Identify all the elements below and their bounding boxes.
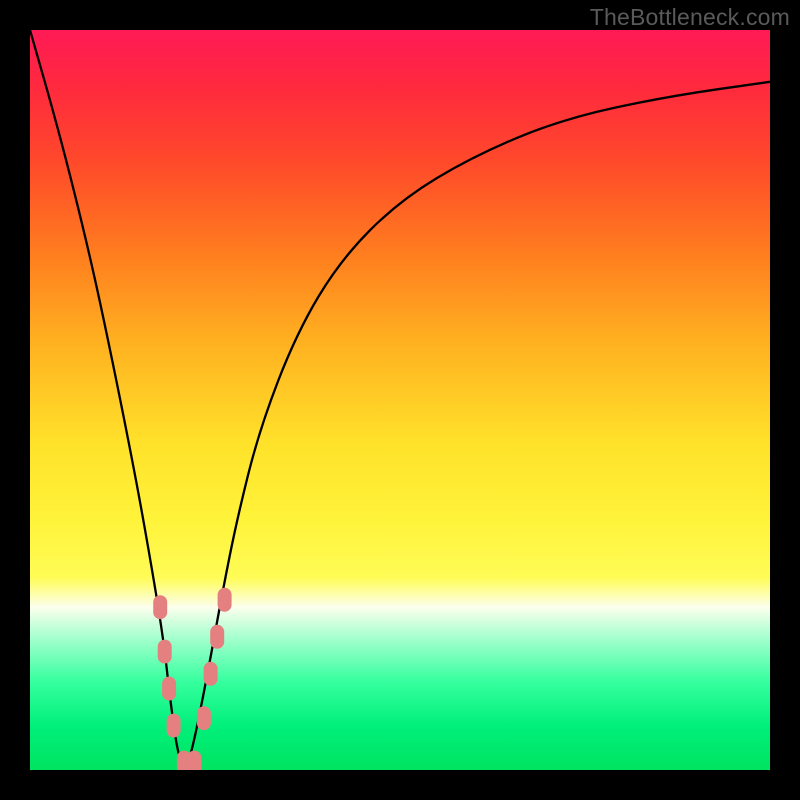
watermark-text: TheBottleneck.com	[590, 4, 790, 31]
curve-marker	[162, 677, 176, 701]
curve-marker	[153, 595, 167, 619]
curve-marker	[158, 640, 172, 664]
bottleneck-curve	[30, 30, 770, 766]
curve-marker	[218, 588, 232, 612]
curve-marker	[197, 706, 211, 730]
curve-marker	[204, 662, 218, 686]
plot-area	[30, 30, 770, 770]
chart-frame: TheBottleneck.com	[0, 0, 800, 800]
curve-svg	[30, 30, 770, 770]
curve-marker	[187, 751, 201, 770]
curve-marker	[167, 714, 181, 738]
curve-marker	[210, 625, 224, 649]
